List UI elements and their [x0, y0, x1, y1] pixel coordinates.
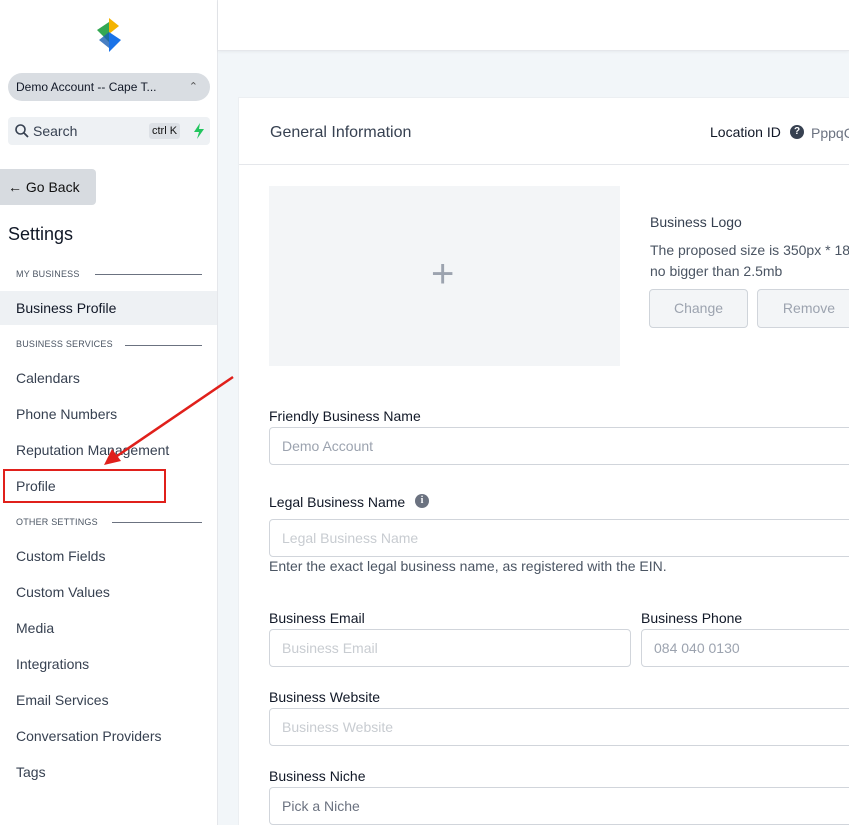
business-logo-title: Business Logo: [650, 214, 742, 230]
sidebar-item-custom-values[interactable]: Custom Values: [0, 575, 218, 609]
help-icon[interactable]: ?: [790, 125, 804, 139]
bolt-icon[interactable]: [192, 122, 206, 140]
search-shortcut: ctrl K: [149, 123, 181, 139]
business-logo-desc-line2: no bigger than 2.5mb: [650, 263, 783, 279]
change-logo-button[interactable]: Change: [649, 289, 748, 328]
business-niche-label: Business Niche: [269, 768, 366, 784]
section-label-my-business: MY BUSINESS: [16, 269, 80, 279]
go-back-label: Go Back: [25, 179, 80, 195]
search-bar[interactable]: Search ctrl K: [8, 117, 210, 145]
search-icon: [15, 124, 29, 138]
sidebar: Demo Account -- Cape T... ⌃ Search ctrl …: [0, 0, 218, 825]
business-email-label: Business Email: [269, 610, 365, 626]
sidebar-item-media[interactable]: Media: [0, 611, 218, 645]
section-divider: [125, 345, 202, 346]
legal-name-label: Legal Business Name: [269, 494, 406, 510]
annotation-highlight-box: [3, 469, 166, 503]
logo-upload-area[interactable]: +: [269, 186, 620, 366]
chevron-updown-icon: ⌃: [188, 81, 198, 93]
legal-name-input[interactable]: Legal Business Name: [269, 519, 849, 557]
remove-logo-button[interactable]: Remove: [757, 289, 849, 328]
sidebar-item-custom-fields[interactable]: Custom Fields: [0, 539, 218, 573]
account-switcher[interactable]: Demo Account -- Cape T... ⌃: [8, 73, 210, 101]
sidebar-item-tags[interactable]: Tags: [0, 755, 218, 789]
search-label: Search: [33, 123, 78, 139]
card-title: General Information: [270, 124, 412, 141]
section-label-other-settings: OTHER SETTINGS: [16, 517, 98, 527]
settings-title: Settings: [8, 224, 74, 244]
arrow-left-icon: ←: [8, 179, 22, 195]
sidebar-item-email-services[interactable]: Email Services: [0, 683, 218, 717]
business-logo-desc: The proposed size is 350px * 180 no bigg…: [650, 240, 849, 282]
business-website-label: Business Website: [269, 689, 381, 705]
general-information-card: General Information Location ID ? PppqC …: [238, 97, 849, 825]
sidebar-item-calendars[interactable]: Calendars: [0, 361, 218, 395]
section-divider: [95, 274, 202, 275]
business-phone-input[interactable]: 084 040 0130: [641, 629, 849, 667]
section-label-business-services: BUSINESS SERVICES: [16, 339, 113, 349]
business-email-input[interactable]: Business Email: [269, 629, 631, 667]
legal-name-help: Enter the exact legal business name, as …: [269, 558, 667, 574]
business-website-input[interactable]: Business Website: [269, 708, 849, 746]
location-id-label: Location ID: [710, 124, 781, 140]
business-phone-label: Business Phone: [641, 610, 743, 626]
sidebar-item-conversation-providers[interactable]: Conversation Providers: [0, 719, 218, 753]
sidebar-item-phone-numbers[interactable]: Phone Numbers: [0, 397, 218, 431]
plus-icon: +: [431, 252, 455, 296]
sidebar-item-integrations[interactable]: Integrations: [0, 647, 218, 681]
business-niche-select[interactable]: Pick a Niche: [269, 787, 849, 825]
card-header: General Information Location ID ? PppqC: [239, 98, 849, 165]
section-divider: [112, 522, 202, 523]
top-bar: [218, 0, 849, 51]
info-icon[interactable]: i: [415, 494, 429, 508]
friendly-name-label: Friendly Business Name: [269, 408, 421, 424]
sidebar-item-business-profile[interactable]: Business Profile: [0, 291, 217, 325]
go-back-button[interactable]: ← Go Back: [0, 169, 96, 205]
location-id-value: PppqC: [811, 125, 849, 141]
business-logo-desc-line1: The proposed size is 350px * 180: [650, 242, 849, 258]
friendly-name-input[interactable]: Demo Account: [269, 427, 849, 465]
app-logo-icon: [97, 18, 121, 52]
sidebar-item-reputation-management[interactable]: Reputation Management: [0, 433, 218, 467]
account-name: Demo Account -- Cape T...: [16, 80, 157, 94]
